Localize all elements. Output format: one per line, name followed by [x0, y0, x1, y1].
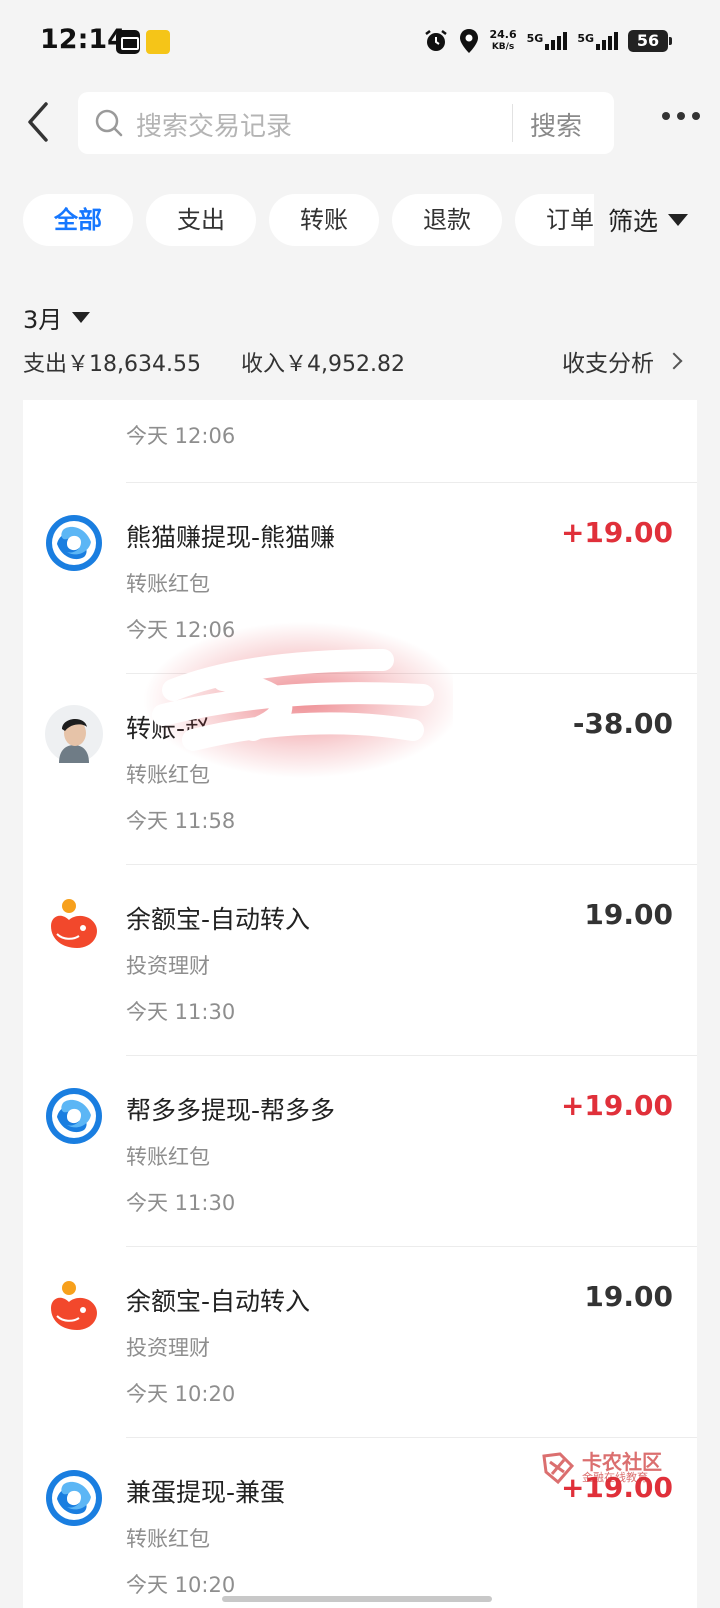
search-input[interactable]: 搜索交易记录 — [136, 106, 292, 143]
status-time: 12:14 — [40, 24, 126, 55]
transaction-amount: -38.00 — [572, 707, 673, 740]
transaction-category: 投资理财 — [126, 1336, 210, 1360]
transaction-time: 今天 10:20 — [126, 1573, 236, 1597]
battery-indicator: 56 — [628, 30, 672, 52]
more-dot-icon — [692, 112, 700, 120]
more-dot-icon — [662, 112, 670, 120]
transaction-title: 帮多多提现-帮多多 — [126, 1096, 336, 1125]
chip-transfer[interactable]: 转账 — [269, 194, 379, 246]
analysis-label: 收支分析 — [562, 351, 654, 377]
transaction-amount: +19.00 — [560, 516, 673, 549]
watermark-title: 卡农社区 — [582, 1450, 662, 1474]
transaction-row[interactable]: 余额宝-自动转入 投资理财 今天 10:20 19.00 — [23, 1246, 697, 1441]
signal-sim1: 5G — [527, 32, 568, 50]
filter-label: 筛选 — [608, 207, 659, 236]
month-summary: 支出￥18,634.55 收入￥4,952.82 — [23, 346, 405, 378]
row-divider — [126, 1246, 697, 1247]
row-divider — [126, 673, 697, 674]
income-total: 收入￥4,952.82 — [240, 352, 405, 377]
transaction-row[interactable]: 熊猫赚提现-熊猫赚 转账红包 今天 12:06 +19.00 — [23, 482, 697, 677]
partial-row-time: 今天 12:06 — [126, 424, 236, 448]
row-divider — [126, 1055, 697, 1056]
transaction-category: 投资理财 — [126, 954, 210, 978]
back-button[interactable] — [22, 100, 62, 148]
watermark-icon — [542, 1452, 575, 1485]
transaction-time: 今天 11:58 — [126, 809, 236, 833]
search-divider — [512, 104, 513, 142]
search-bar[interactable]: 搜索交易记录 搜索 — [78, 92, 614, 154]
transaction-row[interactable]: 转账-赵 转账红包 今天 11:58 -38.00 — [23, 673, 697, 868]
watermark-logo: 卡农社区 金融在线教育 — [540, 1450, 662, 1486]
notification-app-icon — [116, 30, 140, 54]
cloud-swirl-icon — [46, 1470, 102, 1526]
transaction-title: 余额宝-自动转入 — [126, 1287, 311, 1316]
transaction-category: 转账红包 — [126, 572, 210, 596]
search-icon — [95, 109, 123, 137]
chip-refund[interactable]: 退款 — [392, 194, 502, 246]
chip-orders[interactable]: 订单 — [515, 194, 603, 246]
network-speed: 24.6 KB/s — [489, 28, 517, 53]
transaction-row[interactable]: 余额宝-自动转入 投资理财 今天 11:30 19.00 — [23, 864, 697, 1059]
caret-down-icon — [72, 312, 91, 323]
user-photo-avatar — [45, 705, 103, 763]
transaction-amount: 19.00 — [584, 898, 673, 931]
row-divider — [126, 864, 697, 865]
month-label: 3月 — [23, 306, 63, 334]
chip-expense[interactable]: 支出 — [146, 194, 256, 246]
filter-chips: 全部 支出 转账 退款 订单 — [23, 194, 603, 248]
transaction-title: 余额宝-自动转入 — [126, 905, 311, 934]
transaction-time: 今天 11:30 — [126, 1191, 236, 1215]
transaction-list: 今天 12:06 熊猫赚提现-熊猫赚 转账红包 今天 12:06 +19.00 … — [23, 400, 697, 1608]
status-bar: 12:14 24.6 KB/s 5G 5G 56 — [0, 0, 720, 84]
search-button[interactable]: 搜索 — [530, 106, 582, 143]
yuebao-icon — [51, 1281, 97, 1330]
transaction-category: 转账红包 — [126, 763, 210, 787]
row-divider — [126, 482, 697, 483]
more-options-button[interactable] — [662, 112, 700, 120]
analysis-link[interactable]: 收支分析 — [562, 344, 683, 378]
alarm-icon — [425, 30, 448, 51]
expense-total: 支出￥18,634.55 — [23, 352, 201, 377]
transaction-title: 兼蛋提现-兼蛋 — [126, 1478, 286, 1507]
notification-app-icon-2 — [146, 30, 170, 54]
row-divider — [126, 1437, 697, 1438]
chevron-left-icon — [28, 102, 48, 142]
transaction-row[interactable]: 帮多多提现-帮多多 转账红包 今天 11:30 +19.00 — [23, 1055, 697, 1250]
month-selector[interactable]: 3月 — [23, 300, 91, 335]
transaction-category: 转账红包 — [126, 1145, 210, 1169]
caret-down-icon — [668, 214, 689, 226]
transaction-title: 转账-赵 — [126, 714, 211, 743]
transaction-time: 今天 11:30 — [126, 1000, 236, 1024]
transaction-category: 转账红包 — [126, 1527, 210, 1551]
chip-all[interactable]: 全部 — [23, 194, 133, 246]
signal-sim2: 5G — [577, 32, 618, 50]
transaction-time: 今天 10:20 — [126, 1382, 236, 1406]
location-icon — [460, 29, 479, 53]
chevron-right-icon — [665, 352, 683, 370]
transaction-title: 熊猫赚提现-熊猫赚 — [126, 523, 336, 552]
filter-button[interactable]: 筛选 — [594, 192, 720, 248]
more-dot-icon — [677, 112, 685, 120]
yuebao-icon — [51, 899, 97, 948]
transaction-time: 今天 12:06 — [126, 618, 236, 642]
home-indicator[interactable] — [222, 1596, 492, 1602]
cloud-swirl-icon — [46, 1088, 102, 1144]
cloud-swirl-icon — [46, 515, 102, 571]
transaction-amount: +19.00 — [560, 1089, 673, 1122]
transaction-amount: 19.00 — [584, 1280, 673, 1313]
